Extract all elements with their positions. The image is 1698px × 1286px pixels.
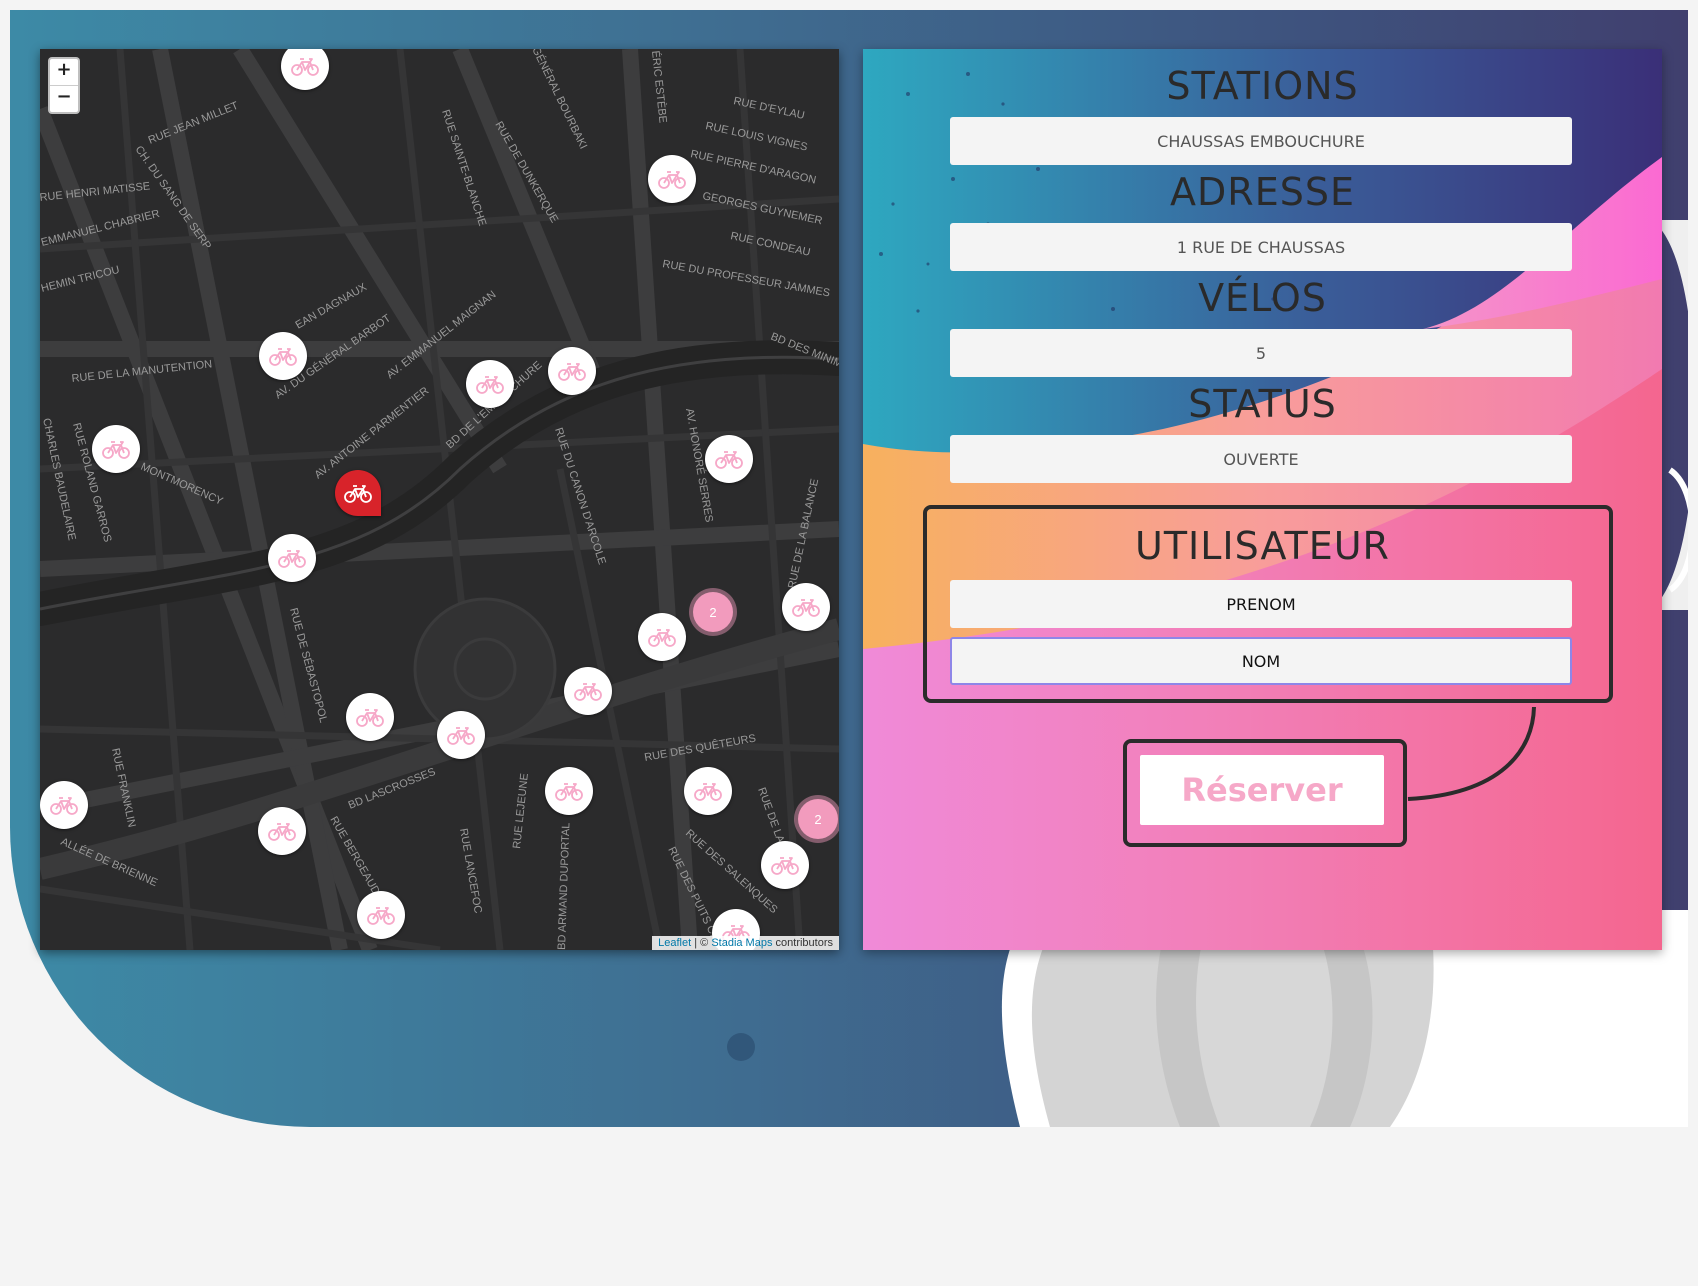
bike-icon xyxy=(715,451,743,469)
bike-icon xyxy=(658,171,686,189)
bike-icon xyxy=(344,485,372,503)
station-marker[interactable] xyxy=(638,613,686,661)
street-label: RUE LANCEFOC xyxy=(457,827,484,914)
bike-icon xyxy=(476,376,504,394)
bike-icon xyxy=(558,363,586,381)
street-label: AV. ANTOINE PARMENTIER xyxy=(312,385,431,482)
bike-icon xyxy=(555,783,583,801)
lastname-input[interactable] xyxy=(950,637,1572,685)
street-label: ÉRIC ESTÈBE xyxy=(649,50,670,124)
user-title: UTILISATEUR xyxy=(1135,524,1390,568)
street-label: EAN DAGNAUX xyxy=(294,281,370,332)
bike-icon xyxy=(278,550,306,568)
bikes-count-field: 5 xyxy=(950,329,1572,377)
station-marker[interactable] xyxy=(545,767,593,815)
street-label: RUE SAINTE-BLANCHE xyxy=(439,108,488,227)
map-tiles: RUE JEAN MILLET CH. DU SANG DE SERP RUE … xyxy=(40,49,839,950)
street-label: RUE PIERRE D'ARAGON xyxy=(689,148,817,186)
attribution-tail: contributors xyxy=(772,937,833,949)
station-marker[interactable] xyxy=(357,891,405,939)
station-marker[interactable] xyxy=(92,425,140,473)
carousel-dot[interactable] xyxy=(727,1033,755,1061)
station-marker[interactable] xyxy=(40,781,88,829)
station-marker[interactable] xyxy=(437,711,485,759)
station-marker[interactable] xyxy=(268,534,316,582)
street-label: RUE DU PROFESSEUR JAMMES xyxy=(661,258,830,299)
street-label: RUE JEAN MILLET xyxy=(147,100,241,147)
street-label: RUE LEJEUNE xyxy=(511,773,531,850)
street-label: RUE DE LA xyxy=(755,786,786,845)
bike-icon xyxy=(447,727,475,745)
attribution-separator: | © xyxy=(691,937,712,949)
marker-cluster[interactable]: 2 xyxy=(798,799,838,839)
zoom-control: + − xyxy=(48,57,80,114)
bike-icon xyxy=(792,599,820,617)
marker-cluster[interactable]: 2 xyxy=(693,592,733,632)
street-label: BD ARMAND DUPORTAL xyxy=(556,822,572,950)
stations-label: STATIONS xyxy=(1166,64,1359,108)
street-label: CHARLES BAUDELAIRE xyxy=(40,417,78,541)
stations-map[interactable]: RUE JEAN MILLET CH. DU SANG DE SERP RUE … xyxy=(40,49,839,950)
street-label: CH. DU SANG DE SERP xyxy=(133,144,214,252)
street-label: RUE CONDEAU xyxy=(729,230,811,259)
firstname-input[interactable] xyxy=(950,580,1572,628)
station-marker[interactable] xyxy=(564,667,612,715)
station-marker[interactable] xyxy=(648,155,696,203)
bike-icon xyxy=(574,683,602,701)
leaflet-link[interactable]: Leaflet xyxy=(658,937,691,949)
street-label: RUE LOUIS VIGNES xyxy=(704,120,808,153)
station-marker[interactable] xyxy=(705,435,753,483)
bike-icon xyxy=(648,629,676,647)
bike-icon xyxy=(694,783,722,801)
station-marker[interactable] xyxy=(258,807,306,855)
station-marker[interactable] xyxy=(548,347,596,395)
bike-icon xyxy=(367,907,395,925)
address-label: ADRESSE xyxy=(1170,170,1355,214)
station-panel: STATIONS CHAUSSAS EMBOUCHURE ADRESSE 1 R… xyxy=(863,49,1662,950)
bike-icon xyxy=(102,441,130,459)
street-label: GÉNÉRAL BOURBAKI xyxy=(529,49,590,151)
reserve-button[interactable]: Réserver xyxy=(1140,755,1384,825)
address-field: 1 RUE DE CHAUSSAS xyxy=(950,223,1572,271)
bike-icon xyxy=(356,709,384,727)
station-marker[interactable] xyxy=(346,693,394,741)
map-attribution: Leaflet | © Stadia Maps contributors xyxy=(652,936,839,950)
cluster-count: 2 xyxy=(709,604,717,620)
station-marker[interactable] xyxy=(782,583,830,631)
bike-icon xyxy=(50,797,78,815)
station-marker[interactable] xyxy=(466,360,514,408)
station-marker[interactable] xyxy=(259,332,307,380)
bike-icon xyxy=(269,348,297,366)
status-field: OUVERTE xyxy=(950,435,1572,483)
stadia-maps-link[interactable]: Stadia Maps xyxy=(711,937,772,949)
station-name-field: CHAUSSAS EMBOUCHURE xyxy=(950,117,1572,165)
selected-station-marker[interactable] xyxy=(335,470,381,516)
zoom-out-button[interactable]: − xyxy=(50,85,78,112)
bike-icon xyxy=(291,58,319,76)
bike-icon xyxy=(771,857,799,875)
status-label: STATUS xyxy=(1188,382,1337,426)
zoom-in-button[interactable]: + xyxy=(50,59,78,85)
bikes-label: VÉLOS xyxy=(1198,276,1327,320)
station-marker[interactable] xyxy=(684,767,732,815)
bike-icon xyxy=(268,823,296,841)
cluster-count: 2 xyxy=(814,811,822,827)
station-marker[interactable] xyxy=(761,841,809,889)
